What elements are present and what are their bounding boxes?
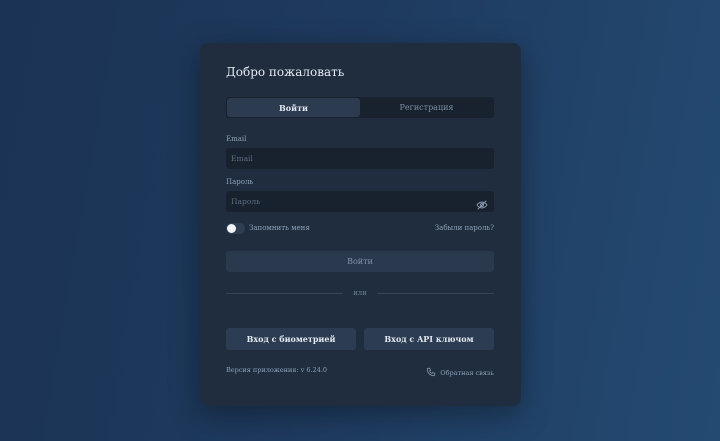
remember-me-toggle[interactable] <box>226 223 245 234</box>
email-label: Email <box>226 135 247 143</box>
biometric-login-button[interactable]: Вход с биометрией <box>226 328 356 350</box>
tab-login[interactable]: Войти <box>227 98 360 117</box>
email-field[interactable] <box>226 148 494 169</box>
login-card: Добро пожаловать Войти Регистрация Email… <box>200 43 521 406</box>
password-field[interactable] <box>226 191 494 212</box>
feedback-label: Обратная связь <box>440 369 494 377</box>
phone-icon <box>426 367 436 379</box>
api-key-login-button[interactable]: Вход с API ключом <box>364 328 494 350</box>
divider: или <box>226 288 494 298</box>
feedback-link[interactable]: Обратная связь <box>426 367 494 379</box>
app-version: Версия приложения: v 6.24.0 <box>226 366 328 374</box>
toggle-knob <box>227 224 236 233</box>
auth-tabs: Войти Регистрация <box>226 97 494 118</box>
divider-line-right <box>376 292 494 294</box>
tab-register[interactable]: Регистрация <box>360 98 493 117</box>
login-button[interactable]: Войти <box>226 251 494 272</box>
forgot-password-link[interactable]: Забыли пароль? <box>435 223 494 234</box>
divider-line-left <box>226 292 344 294</box>
page-title: Добро пожаловать <box>226 65 345 79</box>
remember-me-label: Запомнить меня <box>249 224 310 232</box>
eye-off-icon[interactable] <box>476 196 488 210</box>
password-label: Пароль <box>226 178 254 186</box>
divider-text: или <box>353 289 367 297</box>
